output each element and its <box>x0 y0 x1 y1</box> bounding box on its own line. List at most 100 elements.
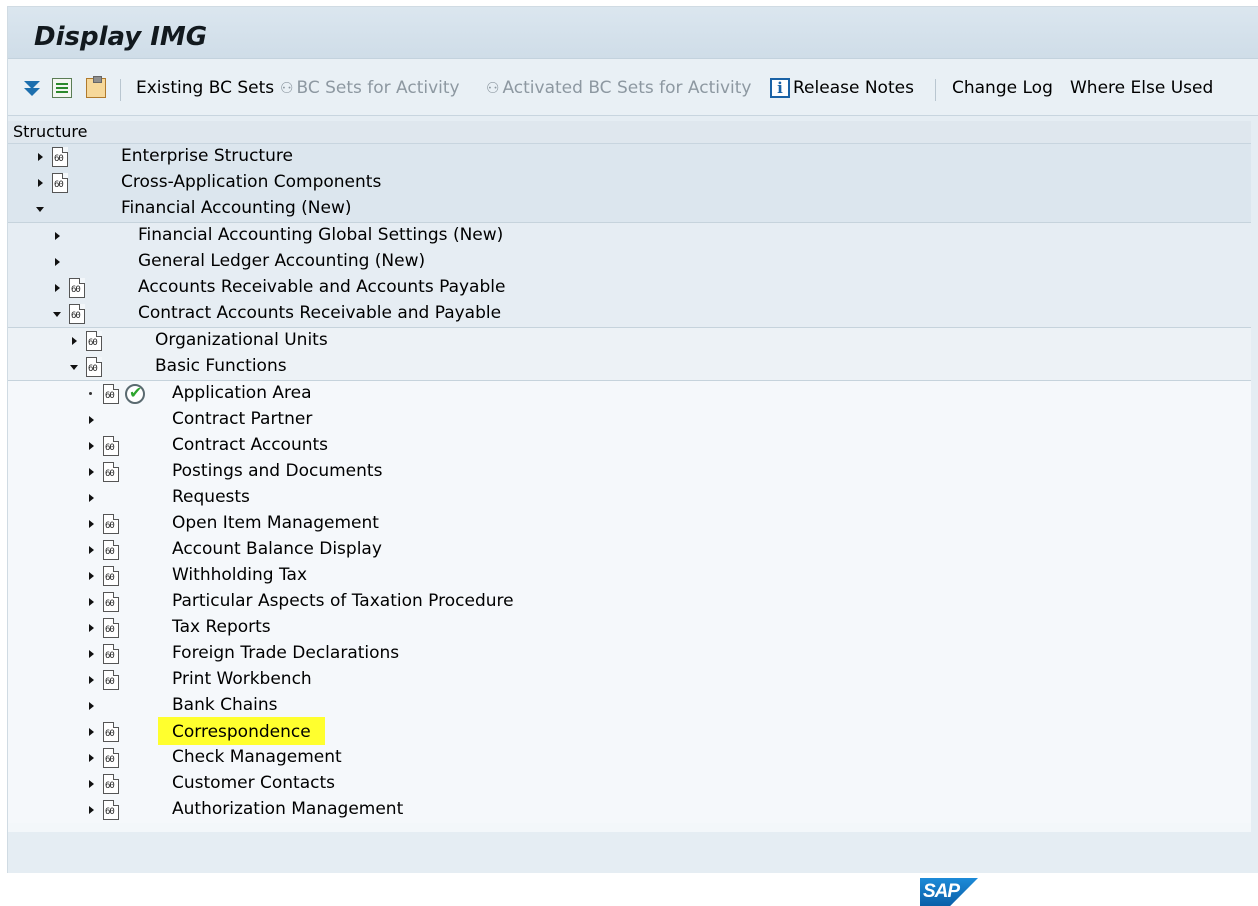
expand-arrow-icon[interactable] <box>89 676 94 684</box>
tree-node[interactable]: Accounts Receivable and Accounts Payable <box>8 275 1251 301</box>
expand-arrow-icon[interactable] <box>89 806 94 814</box>
tree-node[interactable]: Check Management <box>8 745 1251 771</box>
tree-rows: Enterprise Structure Cross-Application Co… <box>8 144 1251 823</box>
documentation-icon[interactable] <box>52 147 68 167</box>
tree-node[interactable]: Bank Chains <box>8 693 1251 719</box>
documentation-icon[interactable] <box>103 774 119 794</box>
tree-node[interactable]: Print Workbench <box>8 667 1251 693</box>
expand-arrow-icon[interactable] <box>38 179 43 187</box>
bc-sets-for-activity-button[interactable]: ⚇ BC Sets for Activity <box>280 76 460 100</box>
documentation-icon[interactable] <box>103 592 119 612</box>
tree-node[interactable]: Financial Accounting Global Settings (Ne… <box>8 222 1251 249</box>
tree-node[interactable]: Tax Reports <box>8 615 1251 641</box>
expand-arrow-icon[interactable] <box>89 650 94 658</box>
expand-arrow-icon[interactable] <box>72 337 77 345</box>
tree-view-button[interactable] <box>52 76 72 100</box>
tree-node[interactable]: Customer Contacts <box>8 771 1251 797</box>
expand-arrow-icon[interactable] <box>89 624 94 632</box>
documentation-icon[interactable] <box>86 331 102 351</box>
documentation-icon[interactable] <box>52 173 68 193</box>
tree-node-label: Postings and Documents <box>172 461 383 481</box>
expand-arrow-icon[interactable] <box>89 546 94 554</box>
expand-arrow-icon[interactable] <box>89 780 94 788</box>
tree-node[interactable]: Financial Accounting (New) <box>8 196 1251 222</box>
tree-node[interactable]: Correspondence <box>8 717 1251 747</box>
tree-node[interactable]: Particular Aspects of Taxation Procedure <box>8 589 1251 615</box>
existing-bc-sets-button[interactable]: Existing BC Sets <box>136 76 274 100</box>
structure-header: Structure <box>8 121 1251 144</box>
tree-node[interactable]: Contract Accounts <box>8 433 1251 459</box>
tree-node[interactable]: Withholding Tax <box>8 563 1251 589</box>
tree-node[interactable]: Enterprise Structure <box>8 144 1251 170</box>
expand-arrow-icon[interactable] <box>89 702 94 710</box>
release-notes-button[interactable]: i Release Notes <box>770 76 914 100</box>
tree-node[interactable]: Account Balance Display <box>8 537 1251 563</box>
expand-arrow-icon[interactable] <box>55 284 60 292</box>
page-title: Display IMG <box>34 22 208 52</box>
tree-node-label: Financial Accounting (New) <box>121 198 352 218</box>
expand-arrow-icon[interactable] <box>89 754 94 762</box>
documentation-icon[interactable] <box>69 304 85 324</box>
tree-node-label: Accounts Receivable and Accounts Payable <box>138 277 506 297</box>
documentation-icon[interactable] <box>103 618 119 638</box>
tree-node[interactable]: Organizational Units <box>8 327 1251 354</box>
documentation-icon[interactable] <box>103 644 119 664</box>
tree-node[interactable]: Contract Partner <box>8 407 1251 433</box>
collapse-arrow-icon[interactable] <box>70 365 78 370</box>
expand-arrow-icon[interactable] <box>89 494 94 502</box>
tree-node[interactable]: Application Area <box>8 380 1251 407</box>
documentation-icon[interactable] <box>103 462 119 482</box>
toolbar-separator <box>120 79 121 101</box>
bc-set-icon: ⚇ <box>486 79 500 97</box>
info-icon: i <box>770 78 790 98</box>
expand-arrow-icon[interactable] <box>55 258 60 266</box>
tree-node[interactable]: Open Item Management <box>8 511 1251 537</box>
documentation-icon[interactable] <box>103 800 119 820</box>
tree-node-label: Requests <box>172 487 250 507</box>
tree-node[interactable]: General Ledger Accounting (New) <box>8 249 1251 275</box>
clipboard-button[interactable] <box>86 76 106 100</box>
documentation-icon[interactable] <box>103 436 119 456</box>
collapse-arrow-icon[interactable] <box>36 207 44 212</box>
tree-node[interactable]: Postings and Documents <box>8 459 1251 485</box>
expand-arrow-icon[interactable] <box>89 520 94 528</box>
collapse-arrow-icon[interactable] <box>53 312 61 317</box>
expand-arrow-icon[interactable] <box>89 468 94 476</box>
expand-arrow-icon[interactable] <box>38 153 43 161</box>
tree-node[interactable]: Cross-Application Components <box>8 170 1251 196</box>
expand-arrow-icon[interactable] <box>89 416 94 424</box>
tree-node-label: Contract Partner <box>172 409 313 429</box>
tree-node[interactable]: Authorization Management <box>8 797 1251 823</box>
documentation-icon[interactable] <box>103 670 119 690</box>
tree-node-label: Enterprise Structure <box>121 146 293 166</box>
tree-node-label: General Ledger Accounting (New) <box>138 251 426 271</box>
expand-arrow-icon[interactable] <box>89 728 94 736</box>
leaf-bullet-icon[interactable] <box>89 392 92 395</box>
change-log-button[interactable]: Change Log <box>952 76 1053 100</box>
documentation-icon[interactable] <box>103 566 119 586</box>
documentation-icon[interactable] <box>103 722 119 742</box>
documentation-icon[interactable] <box>103 514 119 534</box>
expand-arrow-icon[interactable] <box>55 232 60 240</box>
tree-node-label: Correspondence <box>158 717 325 747</box>
tree-icon <box>52 78 72 98</box>
documentation-icon[interactable] <box>103 540 119 560</box>
documentation-icon[interactable] <box>69 278 85 298</box>
documentation-icon[interactable] <box>103 748 119 768</box>
expand-arrow-icon[interactable] <box>89 442 94 450</box>
where-else-used-button[interactable]: Where Else Used <box>1070 76 1213 100</box>
tree-node[interactable]: Contract Accounts Receivable and Payable <box>8 301 1251 327</box>
execute-activity-icon[interactable] <box>125 383 145 404</box>
documentation-icon[interactable] <box>103 384 119 404</box>
tree-node-label: Withholding Tax <box>172 565 308 585</box>
tree-node-label: Particular Aspects of Taxation Procedure <box>172 591 514 611</box>
expand-arrow-icon[interactable] <box>89 572 94 580</box>
activated-bc-sets-button[interactable]: ⚇ Activated BC Sets for Activity <box>486 76 752 100</box>
expand-all-button[interactable] <box>22 76 42 100</box>
expand-arrow-icon[interactable] <box>89 598 94 606</box>
documentation-icon[interactable] <box>86 357 102 377</box>
tree-node[interactable]: Requests <box>8 485 1251 511</box>
tree-node-label: Tax Reports <box>172 617 271 637</box>
tree-node[interactable]: Foreign Trade Declarations <box>8 641 1251 667</box>
tree-node[interactable]: Basic Functions <box>8 354 1251 380</box>
